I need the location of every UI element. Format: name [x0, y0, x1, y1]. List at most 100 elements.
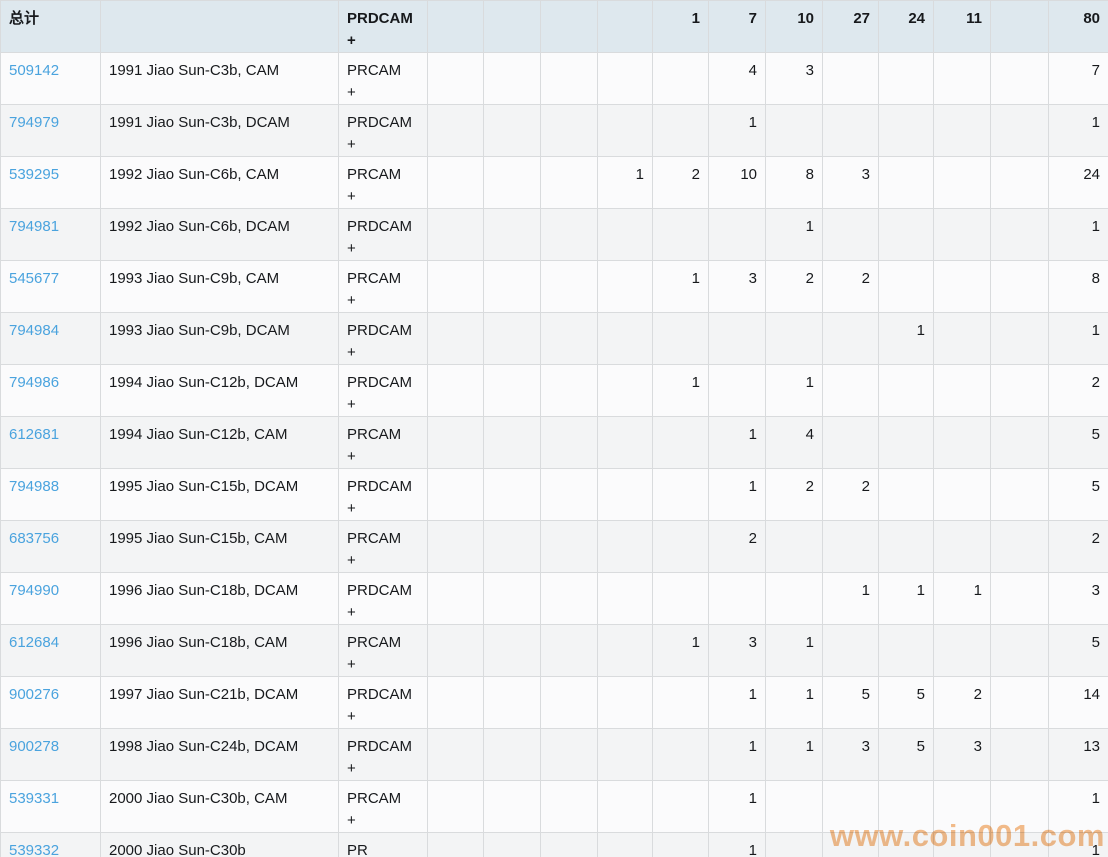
- coin-code: PRDCAM+: [339, 469, 428, 521]
- count-cell: 1: [709, 469, 766, 521]
- count-cell: [934, 105, 991, 157]
- coin-id-link[interactable]: 612684: [9, 634, 59, 651]
- count-cell: 1: [653, 261, 709, 313]
- table-row: 7949811992 Jiao Sun-C6b, DCAMPRDCAM+11: [1, 209, 1108, 261]
- table-row: 7949881995 Jiao Sun-C15b, DCAMPRDCAM+122…: [1, 469, 1108, 521]
- coin-code: PRDCAM+: [339, 313, 428, 365]
- count-cell: [823, 105, 879, 157]
- table-row: 5392951992 Jiao Sun-C6b, CAMPRCAM+121083…: [1, 157, 1108, 209]
- coin-id-link[interactable]: 683756: [9, 530, 59, 547]
- coin-id-link[interactable]: 794990: [9, 582, 59, 599]
- count-cell: 1: [766, 625, 823, 677]
- count-cell: [879, 209, 934, 261]
- count-cell: [541, 261, 598, 313]
- count-cell: 4: [766, 417, 823, 469]
- count-cell: [879, 625, 934, 677]
- coin-id-link[interactable]: 539332: [9, 842, 59, 857]
- table-row: 6126841996 Jiao Sun-C18b, CAMPRCAM+1315: [1, 625, 1108, 677]
- row-total: 1: [1049, 209, 1108, 261]
- coin-id-link[interactable]: 794984: [9, 322, 59, 339]
- count-cell: [934, 469, 991, 521]
- count-cell: 1: [598, 157, 653, 209]
- coin-id-link[interactable]: 794986: [9, 374, 59, 391]
- count-cell: 3: [823, 729, 879, 781]
- count-cell: [934, 313, 991, 365]
- count-cell: 1: [709, 105, 766, 157]
- count-cell: [879, 469, 934, 521]
- count-cell: [991, 625, 1049, 677]
- row-total: 3: [1049, 573, 1108, 625]
- count-cell: [484, 261, 541, 313]
- coin-code: PRCAM+: [339, 625, 428, 677]
- table-row: 7949861994 Jiao Sun-C12b, DCAMPRDCAM+112: [1, 365, 1108, 417]
- count-cell: [428, 209, 484, 261]
- count-cell: 8: [766, 157, 823, 209]
- coin-description: 1996 Jiao Sun-C18b, DCAM: [101, 573, 339, 625]
- coin-code: PRCAM+: [339, 261, 428, 313]
- coin-id-link[interactable]: 900278: [9, 738, 59, 755]
- coin-id-link[interactable]: 539295: [9, 166, 59, 183]
- count-cell: [879, 781, 934, 833]
- count-cell: [541, 365, 598, 417]
- count-cell: [934, 781, 991, 833]
- coin-description: 1994 Jiao Sun-C12b, DCAM: [101, 365, 339, 417]
- coin-description: 1991 Jiao Sun-C3b, CAM: [101, 53, 339, 105]
- count-cell: [766, 573, 823, 625]
- coin-code: PRDCAM+: [339, 677, 428, 729]
- count-cell: [541, 781, 598, 833]
- coin-description: 1995 Jiao Sun-C15b, CAM: [101, 521, 339, 573]
- count-cell: [653, 521, 709, 573]
- coin-code: PRDCAM+: [339, 365, 428, 417]
- id-cell: 509142: [1, 53, 101, 105]
- count-cell: 1: [709, 729, 766, 781]
- coin-description: 2000 Jiao Sun-C30b: [101, 833, 339, 857]
- count-cell: 1: [879, 573, 934, 625]
- count-cell: [823, 833, 879, 857]
- count-cell: [598, 53, 653, 105]
- table-row: 9002761997 Jiao Sun-C21b, DCAMPRDCAM+115…: [1, 677, 1108, 729]
- count-cell: [709, 313, 766, 365]
- coin-id-link[interactable]: 545677: [9, 270, 59, 287]
- count-cell: [934, 157, 991, 209]
- count-cell: [823, 625, 879, 677]
- count-cell: 1: [766, 365, 823, 417]
- count-cell: [428, 417, 484, 469]
- count-cell: [991, 365, 1049, 417]
- coin-id-link[interactable]: 509142: [9, 62, 59, 79]
- row-total: 1: [1049, 105, 1108, 157]
- row-total: 1: [1049, 313, 1108, 365]
- count-cell: [541, 209, 598, 261]
- count-cell: [879, 833, 934, 857]
- coin-description: 1992 Jiao Sun-C6b, CAM: [101, 157, 339, 209]
- coin-description: 1992 Jiao Sun-C6b, DCAM: [101, 209, 339, 261]
- coin-id-link[interactable]: 539331: [9, 790, 59, 807]
- coin-id-link[interactable]: 612681: [9, 426, 59, 443]
- grand-total-desc-cell: [101, 1, 339, 53]
- count-cell: [541, 53, 598, 105]
- count-cell: [484, 417, 541, 469]
- grand-total-value: [598, 1, 653, 53]
- table-row: 5091421991 Jiao Sun-C3b, CAMPRCAM+437: [1, 53, 1108, 105]
- count-cell: [428, 781, 484, 833]
- coin-description: 1991 Jiao Sun-C3b, DCAM: [101, 105, 339, 157]
- coin-id-link[interactable]: 794981: [9, 218, 59, 235]
- coin-description: 1997 Jiao Sun-C21b, DCAM: [101, 677, 339, 729]
- count-cell: [653, 313, 709, 365]
- count-cell: [991, 53, 1049, 105]
- count-cell: 5: [879, 729, 934, 781]
- coin-id-link[interactable]: 794988: [9, 478, 59, 495]
- count-cell: 5: [823, 677, 879, 729]
- id-cell: 900278: [1, 729, 101, 781]
- coin-id-link[interactable]: 794979: [9, 114, 59, 131]
- coin-id-link[interactable]: 900276: [9, 686, 59, 703]
- count-cell: 1: [766, 209, 823, 261]
- id-cell: 545677: [1, 261, 101, 313]
- coin-description: 1993 Jiao Sun-C9b, CAM: [101, 261, 339, 313]
- count-cell: [428, 573, 484, 625]
- count-cell: [653, 729, 709, 781]
- grand-total-value: 11: [934, 1, 991, 53]
- coin-code: PRCAM+: [339, 521, 428, 573]
- grand-total-value: 27: [823, 1, 879, 53]
- row-total: 1: [1049, 833, 1108, 857]
- table-body: 5091421991 Jiao Sun-C3b, CAMPRCAM+437794…: [1, 53, 1108, 857]
